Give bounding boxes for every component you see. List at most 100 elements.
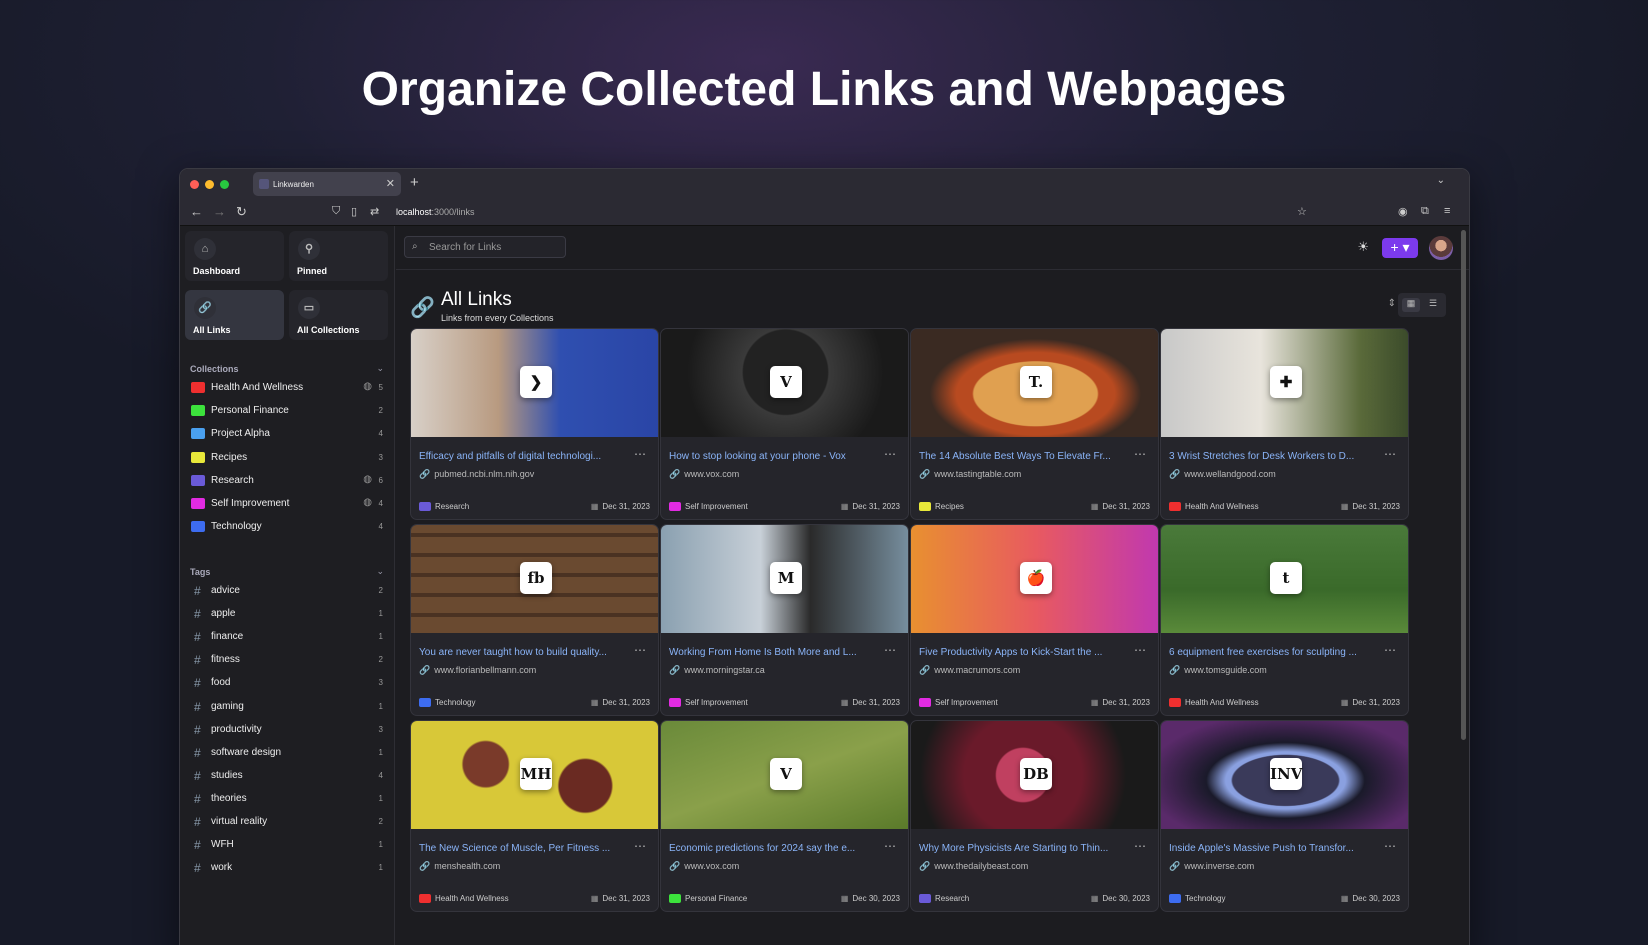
link-title[interactable]: Working From Home Is Both More and L... [669,647,874,658]
link-card[interactable]: MH The New Science of Muscle, Per Fitness… [410,720,659,912]
sidebar-tag-item[interactable]: # theories 1 [190,790,386,810]
link-card[interactable]: ❯ Efficacy and pitfalls of digital techno… [410,328,659,520]
link-collection[interactable]: Self Improvement [669,698,748,707]
sidebar-tag-item[interactable]: # advice 2 [190,582,386,602]
tags-heading[interactable]: Tags [190,567,210,577]
nav-dashboard[interactable]: ⌂ Dashboard [185,231,284,281]
sidebar-tag-item[interactable]: # gaming 1 [190,698,386,718]
link-card[interactable]: 🍎 Five Productivity Apps to Kick-Start th… [910,524,1159,716]
shield-icon[interactable]: ⛉ [332,205,340,218]
extensions-icon[interactable]: ⧉ [1421,205,1429,218]
chevron-down-icon[interactable]: ⌄ [376,566,384,577]
account-icon[interactable]: ◉ [1398,205,1408,218]
more-options-icon[interactable]: ⋯ [634,447,646,461]
link-collection[interactable]: Health And Wellness [1169,502,1259,511]
link-collection[interactable]: Recipes [919,502,964,511]
new-tab-icon[interactable]: + [410,174,419,191]
sidebar-tag-item[interactable]: # food 3 [190,674,386,694]
more-options-icon[interactable]: ⋯ [1384,839,1396,853]
more-options-icon[interactable]: ⋯ [1384,643,1396,657]
sun-icon[interactable]: ☀ [1357,239,1369,255]
permissions-icon[interactable]: ⇄ [370,205,379,218]
minimize-window-button[interactable] [205,180,214,189]
reload-icon[interactable]: ↻ [236,204,247,220]
sidebar-collection-item[interactable]: Project Alpha 4 [190,425,386,445]
search-input[interactable]: ⌕ Search for Links [404,236,566,258]
close-window-button[interactable] [190,180,199,189]
link-collection[interactable]: Technology [1169,894,1225,903]
scrollbar[interactable] [1461,230,1466,740]
bookmark-star-icon[interactable]: ☆ [1297,205,1307,218]
browser-tab[interactable]: Linkwarden ✕ [253,172,401,196]
back-icon[interactable]: ← [190,204,203,219]
link-card[interactable]: V How to stop looking at your phone - Vox… [660,328,909,520]
sidebar-collection-item[interactable]: Health And Wellness ◍ 5 [190,379,386,399]
zoom-window-button[interactable] [220,180,229,189]
link-title[interactable]: You are never taught how to build qualit… [419,647,624,658]
nav-all-collections[interactable]: ▭ All Collections [289,290,388,340]
sidebar-tag-item[interactable]: # software design 1 [190,744,386,764]
link-card[interactable]: M Working From Home Is Both More and L...… [660,524,909,716]
link-collection[interactable]: Research [919,894,969,903]
more-options-icon[interactable]: ⋯ [634,839,646,853]
link-card[interactable]: t 6 equipment free exercises for sculptin… [1160,524,1409,716]
sidebar-collection-item[interactable]: Personal Finance 2 [190,402,386,422]
link-title[interactable]: 6 equipment free exercises for sculpting… [1169,647,1374,658]
more-options-icon[interactable]: ⋯ [1384,447,1396,461]
link-card[interactable]: fb You are never taught how to build qual… [410,524,659,716]
link-card[interactable]: DB Why More Physicists Are Starting to Th… [910,720,1159,912]
more-options-icon[interactable]: ⋯ [884,447,896,461]
more-options-icon[interactable]: ⋯ [634,643,646,657]
sidebar-tag-item[interactable]: # fitness 2 [190,651,386,671]
sidebar-tag-item[interactable]: # apple 1 [190,605,386,625]
link-card[interactable]: INV Inside Apple's Massive Push to Transf… [1160,720,1409,912]
grid-view-icon[interactable]: ▦ [1402,298,1420,312]
sidebar-tag-item[interactable]: # WFH 1 [190,836,386,856]
link-title[interactable]: Five Productivity Apps to Kick-Start the… [919,647,1124,658]
sidebar-collection-item[interactable]: Research ◍ 6 [190,472,386,492]
link-collection[interactable]: Technology [419,698,475,707]
more-options-icon[interactable]: ⋯ [884,839,896,853]
link-collection[interactable]: Self Improvement [669,502,748,511]
more-options-icon[interactable]: ⋯ [1134,447,1146,461]
link-collection[interactable]: Research [419,502,469,511]
menu-icon[interactable]: ≡ [1444,205,1450,217]
link-card[interactable]: T. The 14 Absolute Best Ways To Elevate F… [910,328,1159,520]
sidebar-collection-item[interactable]: Recipes 3 [190,449,386,469]
link-title[interactable]: Why More Physicists Are Starting to Thin… [919,843,1124,854]
link-card[interactable]: ✚ 3 Wrist Stretches for Desk Workers to D… [1160,328,1409,520]
forward-icon[interactable]: → [213,204,226,219]
link-collection[interactable]: Health And Wellness [419,894,509,903]
nav-pinned[interactable]: ⚲ Pinned [289,231,388,281]
link-collection[interactable]: Personal Finance [669,894,747,903]
nav-all-links[interactable]: 🔗 All Links [185,290,284,340]
link-title[interactable]: Inside Apple's Massive Push to Transfor.… [1169,843,1374,854]
list-view-icon[interactable]: ☰ [1424,298,1442,312]
sidebar-collection-item[interactable]: Self Improvement ◍ 4 [190,495,386,515]
chevron-down-icon[interactable]: ⌄ [376,363,384,374]
link-collection[interactable]: Health And Wellness [1169,698,1259,707]
link-title[interactable]: How to stop looking at your phone - Vox [669,451,874,462]
more-options-icon[interactable]: ⋯ [1134,643,1146,657]
close-tab-icon[interactable]: ✕ [386,177,395,190]
link-title[interactable]: The 14 Absolute Best Ways To Elevate Fr.… [919,451,1124,462]
link-collection[interactable]: Self Improvement [919,698,998,707]
sidebar-tag-item[interactable]: # work 1 [190,859,386,879]
sidebar-collection-item[interactable]: Technology 4 [190,518,386,538]
sidebar-tag-item[interactable]: # virtual reality 2 [190,813,386,833]
page-icon[interactable]: ▯ [351,205,357,218]
add-link-button[interactable]: + ▾ [1382,238,1418,258]
chevron-down-icon[interactable]: ⌄ [1437,175,1445,186]
more-options-icon[interactable]: ⋯ [884,643,896,657]
avatar[interactable] [1429,236,1453,260]
sidebar-tag-item[interactable]: # finance 1 [190,628,386,648]
link-title[interactable]: The New Science of Muscle, Per Fitness .… [419,843,624,854]
link-title[interactable]: Efficacy and pitfalls of digital technol… [419,451,624,462]
collections-heading[interactable]: Collections [190,364,239,374]
sort-icon[interactable]: ⇕ [1388,298,1396,309]
link-title[interactable]: Economic predictions for 2024 say the e.… [669,843,874,854]
link-title[interactable]: 3 Wrist Stretches for Desk Workers to D.… [1169,451,1374,462]
link-card[interactable]: V Economic predictions for 2024 say the e… [660,720,909,912]
sidebar-tag-item[interactable]: # productivity 3 [190,721,386,741]
url-field[interactable]: localhost:3000/links [396,207,475,217]
